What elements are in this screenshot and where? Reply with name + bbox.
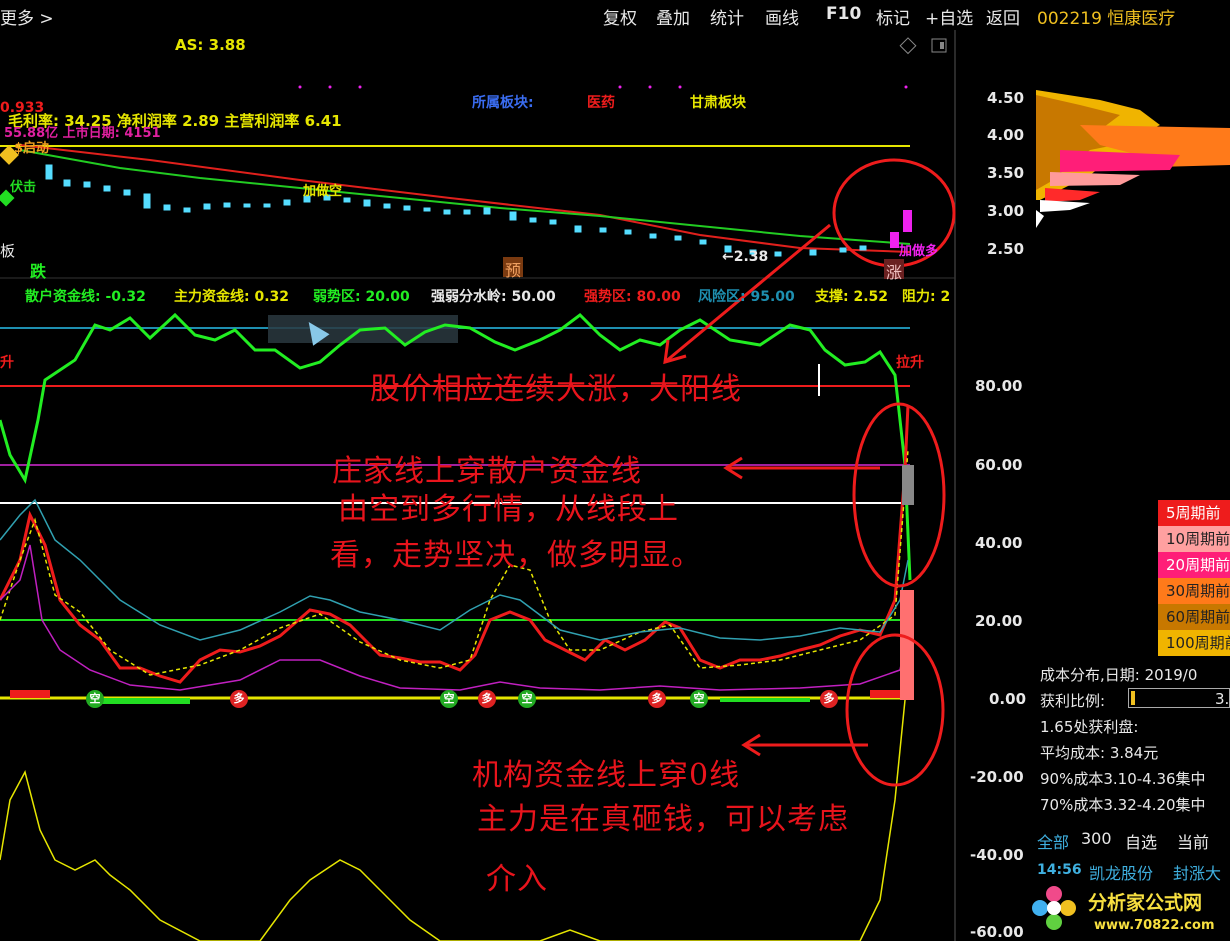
profit-value: 3.: [1215, 690, 1230, 708]
risk-value: 风险区: 95.00: [698, 289, 795, 305]
text-caret: [818, 364, 820, 396]
watermark-name: 分析家公式网: [1088, 892, 1203, 914]
flower-logo-icon: [1030, 884, 1078, 932]
marker-kong: 空: [440, 690, 458, 708]
tab-all[interactable]: 全部: [1037, 829, 1069, 853]
ind-tick: 0.00: [989, 690, 1027, 708]
annotation-5: 机构资金线上穿0线: [472, 758, 741, 793]
legend-30[interactable]: 30周期前: [1158, 578, 1230, 604]
price-tick: 2.50: [987, 240, 1025, 258]
price-tick: 4.50: [987, 89, 1025, 107]
legend-5[interactable]: 5周期前: [1158, 500, 1230, 526]
fuji-label: 伏击: [10, 180, 37, 195]
news-stock[interactable]: 凯龙股份: [1089, 860, 1153, 884]
lower-yellow-line: [0, 599, 911, 941]
green-ma-line: [19, 149, 911, 245]
big-candle-2: [903, 210, 912, 232]
low-price: ←2.38: [722, 249, 769, 265]
avg-cost: 平均成本: 3.84元: [1040, 744, 1159, 762]
qidong-label: $启动: [14, 141, 50, 156]
legend-60[interactable]: 60周期前: [1158, 604, 1230, 630]
news-time: 14:56: [1037, 862, 1082, 878]
ind-tick: 20.00: [975, 612, 1023, 630]
sector-1[interactable]: 医药: [587, 92, 615, 112]
sector-label: 所属板块:: [472, 95, 534, 111]
annotation-3: 由空到多行情，从线段上: [338, 492, 679, 527]
resist-value: 阻力: 2: [902, 289, 951, 305]
marker-duo: 多: [648, 690, 666, 708]
tab-watch[interactable]: 自选: [1125, 829, 1157, 853]
as-value: AS: 3.88: [175, 36, 246, 54]
legend-10[interactable]: 10周期前: [1158, 526, 1230, 552]
legend-100[interactable]: 100周期前: [1158, 630, 1230, 656]
price-tick: 3.50: [987, 164, 1025, 182]
marker-duo: 多: [230, 690, 248, 708]
signal-die: 跌: [30, 262, 47, 281]
jiacang-label: 加做空: [303, 184, 343, 199]
profit-label: 获利比例:: [1040, 692, 1106, 710]
main-value: 主力资金线: 0.32: [174, 289, 290, 305]
candles: [45, 164, 867, 257]
marker-kong: 空: [518, 690, 536, 708]
rise-right: 拉升: [896, 355, 924, 371]
marker-duo: 多: [478, 690, 496, 708]
big-candle-1: [890, 232, 899, 248]
marker-kong: 空: [690, 690, 708, 708]
ban-label: 板: [0, 242, 16, 260]
ind-tick: 60.00: [975, 456, 1023, 474]
weak-value: 弱势区: 20.00: [313, 289, 410, 305]
marker-kong: 空: [86, 690, 104, 708]
signal-yu: 预: [503, 257, 523, 280]
annotation-4: 看，走势坚决，做多明显。: [330, 538, 702, 573]
cost-date: 成本分布,日期: 2019/0: [1040, 666, 1198, 684]
red-ma-line: [19, 144, 911, 253]
support-value: 支撑: 2.52: [815, 289, 889, 305]
legend-20[interactable]: 20周期前: [1158, 552, 1230, 578]
retail-value: 散户资金线: -0.32: [25, 289, 146, 305]
top-dots: [298, 85, 908, 89]
ind-tick: 40.00: [975, 534, 1023, 552]
sector-2[interactable]: 甘肃板块: [690, 92, 746, 112]
rise-left: 升: [0, 355, 14, 371]
signal-zhang: 涨: [884, 259, 904, 282]
price-tick: 3.00: [987, 202, 1025, 220]
annotation-6: 主力是在真砸钱，可以考虑: [477, 802, 849, 837]
marker-duo: 多: [820, 690, 838, 708]
ind-tick: -40.00: [970, 846, 1024, 864]
ind-tick: -20.00: [970, 768, 1024, 786]
strong-value: 强势区: 80.00: [584, 289, 681, 305]
profit-at: 1.65处获利盘:: [1040, 718, 1139, 736]
ind-tick: 80.00: [975, 377, 1023, 395]
annotation-1: 股价相应连续大涨，大阳线: [370, 372, 742, 407]
cost-profile: [1036, 90, 1230, 228]
news-status: 封涨大: [1173, 864, 1222, 883]
jiazuoduo-label: 加做多: [899, 244, 939, 259]
water-value: 强弱分水岭: 50.00: [431, 289, 556, 305]
watermark-url: www.70822.com: [1094, 918, 1215, 933]
cost-70: 70%成本3.32-4.20集中: [1040, 796, 1206, 814]
count-value: 300: [1081, 829, 1112, 848]
price-tick: 4.00: [987, 126, 1025, 144]
cost-90: 90%成本3.10-4.36集中: [1040, 770, 1206, 788]
annotation-7: 介入: [486, 862, 548, 897]
ind-tick: -60.00: [970, 923, 1024, 941]
tab-current[interactable]: 当前: [1177, 829, 1209, 853]
